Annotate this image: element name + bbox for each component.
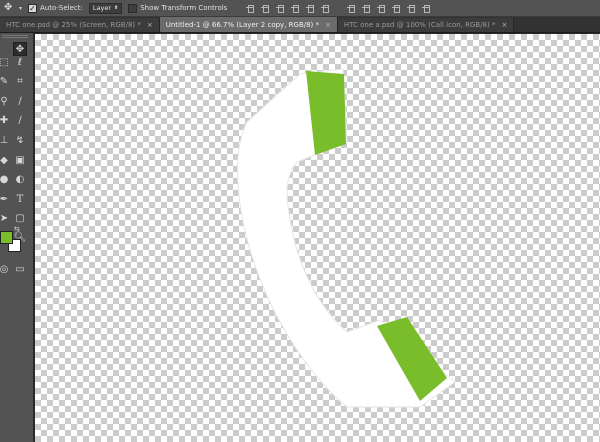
- align-top-icon[interactable]: [245, 3, 255, 13]
- tab-untitled-1[interactable]: Untitled-1 @ 66.7% (Layer 2 copy, RGB/8)…: [159, 17, 338, 32]
- close-icon[interactable]: ×: [147, 21, 153, 29]
- distribute-vertical-center-icon[interactable]: [361, 3, 371, 13]
- path-selection-tool-icon[interactable]: ➤: [0, 212, 11, 226]
- distribute-top-icon[interactable]: [346, 3, 356, 13]
- blur-tool-icon[interactable]: ●: [0, 173, 11, 187]
- gradient-tool-icon[interactable]: ▣: [13, 154, 27, 168]
- history-brush-tool-icon[interactable]: ↯: [13, 134, 27, 148]
- pen-tool-icon[interactable]: ✒: [0, 193, 11, 207]
- auto-select-checkbox[interactable]: ✓: [28, 3, 38, 13]
- quick-mask-icon[interactable]: ◎: [0, 263, 11, 277]
- align-vertical-center-icon[interactable]: [260, 3, 270, 13]
- show-transform-label: Show Transform Controls: [140, 4, 228, 12]
- tab-label: HTC one.psd @ 25% (Screen, RGB/8) *: [6, 21, 141, 29]
- chevron-down-icon: ▾: [19, 4, 23, 12]
- align-left-icon[interactable]: [290, 3, 300, 13]
- distribute-horizontal-center-icon[interactable]: [406, 3, 416, 13]
- distribute-left-icon[interactable]: [391, 3, 401, 13]
- toolbox: ✥ ⬚ ℓ ✎ ⌗ ⚲ ∕ ✚ ∕ ⊥ ↯ ◆ ▣ ● ◐ ✒ T ➤ ▢ ✋ …: [0, 33, 34, 442]
- eyedropper-tool-icon[interactable]: ⚲: [0, 95, 11, 109]
- close-icon[interactable]: ×: [325, 21, 331, 29]
- brush-tool-icon[interactable]: ∕: [13, 114, 27, 128]
- swap-colors-icon[interactable]: ⇆: [14, 225, 20, 233]
- auto-select-group: ✓ Auto-Select:: [28, 3, 83, 13]
- document-canvas[interactable]: [35, 34, 600, 442]
- phone-handset-artwork: [237, 68, 456, 408]
- move-tool-icon[interactable]: ✥: [13, 42, 27, 56]
- healing-brush-tool-icon[interactable]: ✚: [0, 114, 11, 128]
- auto-select-target-value: Layer: [92, 4, 112, 12]
- shape-tool-icon[interactable]: ▢: [13, 212, 27, 226]
- align-bottom-icon[interactable]: [275, 3, 285, 13]
- tab-label: HTC one a.psd @ 100% (Call icon, RGB/8) …: [343, 21, 496, 29]
- tool-preset-picker[interactable]: ✥ ▾: [4, 2, 22, 14]
- align-buttons: [245, 3, 431, 13]
- type-tool-icon[interactable]: T: [13, 193, 27, 207]
- eraser-tool-icon[interactable]: ◆: [0, 154, 11, 168]
- quick-selection-tool-icon[interactable]: ✎: [0, 75, 11, 89]
- distribute-right-icon[interactable]: [421, 3, 431, 13]
- separator: [335, 3, 341, 13]
- toolbox-grip[interactable]: [2, 35, 28, 38]
- clone-stamp-tool-icon[interactable]: ⊥: [0, 134, 11, 148]
- marquee-tool-icon[interactable]: ⬚: [0, 56, 11, 70]
- crop-tool-icon[interactable]: ⌗: [13, 75, 27, 89]
- spinner-arrows-icon: ⬍: [114, 5, 119, 11]
- tab-htc-one-a[interactable]: HTC one a.psd @ 100% (Call icon, RGB/8) …: [337, 18, 515, 32]
- close-icon[interactable]: ×: [501, 21, 507, 29]
- distribute-bottom-icon[interactable]: [376, 3, 386, 13]
- move-tool-icon: ✥: [4, 2, 13, 13]
- show-transform-checkbox[interactable]: [128, 3, 138, 13]
- screen-mode-icon[interactable]: ▭: [13, 263, 27, 277]
- dodge-tool-icon[interactable]: ◐: [13, 173, 27, 187]
- align-right-icon[interactable]: [320, 3, 330, 13]
- options-bar: ✥ ▾ ✓ Auto-Select: Layer ⬍ Show Transfor…: [0, 0, 600, 17]
- document-tab-bar: HTC one.psd @ 25% (Screen, RGB/8) * × Un…: [0, 17, 600, 33]
- tab-label: Untitled-1 @ 66.7% (Layer 2 copy, RGB/8)…: [165, 20, 320, 29]
- foreground-color-swatch[interactable]: [0, 231, 13, 244]
- eyedropper-tool-icon-2[interactable]: ∕: [13, 95, 27, 109]
- auto-select-label: Auto-Select:: [40, 4, 83, 12]
- auto-select-target-dropdown[interactable]: Layer ⬍: [88, 2, 123, 14]
- align-horizontal-center-icon[interactable]: [305, 3, 315, 13]
- show-transform-group: Show Transform Controls: [128, 3, 228, 13]
- tab-htc-one[interactable]: HTC one.psd @ 25% (Screen, RGB/8) * ×: [0, 18, 160, 32]
- lasso-tool-icon[interactable]: ℓ: [13, 56, 27, 70]
